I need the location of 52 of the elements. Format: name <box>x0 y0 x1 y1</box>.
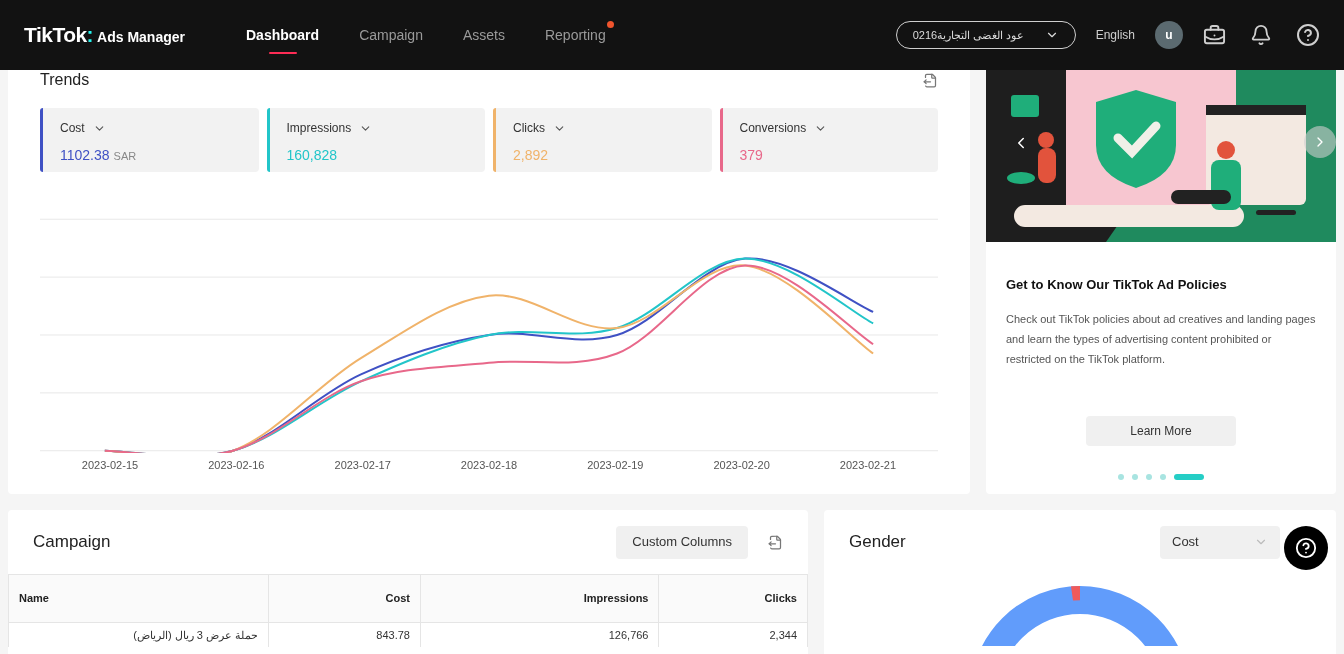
axis-label: 2023-02-15 <box>80 458 140 473</box>
export-icon[interactable] <box>923 72 938 88</box>
column-header: Clicks <box>659 574 808 623</box>
section-title: Gender <box>849 531 906 554</box>
custom-columns-button[interactable]: Custom Columns <box>616 525 748 559</box>
product-name: Ads Manager <box>97 28 185 48</box>
axis-label: 2023-02-18 <box>459 458 519 473</box>
column-header: Impressions <box>420 574 659 623</box>
learn-more-button[interactable]: Learn More <box>1086 415 1236 446</box>
table-cell: 843.78 <box>268 622 421 647</box>
column-header: Name <box>8 574 269 623</box>
metric-card[interactable]: Impressions 160,828 <box>266 108 485 172</box>
metric-dropdown[interactable]: Cost <box>1160 525 1280 559</box>
axis-label: 2023-02-17 <box>333 458 392 473</box>
metric-card[interactable]: Conversions 379 <box>719 108 938 172</box>
table-cell: 2,344 <box>659 622 808 647</box>
metric-unit: SAR <box>113 149 137 164</box>
promo-description: Check out TikTok policies about ad creatives and landing pages and learn the types of advertising content prohibited or restricted on the TikTok platform. <box>1006 311 1316 367</box>
notification-icon[interactable] <box>1250 24 1272 46</box>
help-icon <box>1295 537 1317 559</box>
metric-label: Cost <box>60 120 85 137</box>
briefcase-icon[interactable] <box>1203 23 1226 47</box>
brand-logo[interactable]: TikTok: <box>24 19 94 51</box>
section-title: Trends <box>40 72 90 88</box>
nav-tab[interactable]: Dashboard <box>230 16 336 54</box>
user-avatar[interactable]: u <box>1155 21 1183 49</box>
export-icon[interactable] <box>768 534 783 550</box>
metric-label: Conversions <box>739 120 807 137</box>
metric-value: 2,892 <box>513 146 549 165</box>
metric-label: Clicks <box>513 120 545 137</box>
section-title: Campaign <box>33 531 111 554</box>
language-link[interactable]: English <box>1095 26 1135 44</box>
metric-label: Impressions <box>286 120 352 137</box>
help-button[interactable] <box>1284 526 1328 570</box>
metric-card[interactable]: Clicks 2,892 <box>493 108 712 172</box>
metric-value: 1102.38 <box>60 146 110 165</box>
axis-label: 2023-02-19 <box>586 458 645 473</box>
column-header: Cost <box>268 574 421 623</box>
axis-label: 2023-02-16 <box>207 458 266 473</box>
help-icon[interactable] <box>1296 23 1320 47</box>
nav-tab[interactable]: Reporting <box>528 16 622 54</box>
next-slide-button[interactable] <box>1304 126 1336 158</box>
metric-card[interactable]: Cost 1102.38 SAR <box>40 108 259 172</box>
axis-label: 2023-02-20 <box>712 458 771 473</box>
nav-tab[interactable]: Assets <box>446 16 521 54</box>
promo-title: Get to Know Our TikTok Ad Policies <box>1006 276 1228 294</box>
table-cell: حملة عرض 3 ريال (الرياض) <box>8 622 269 647</box>
axis-label: 2023-02-21 <box>838 458 898 473</box>
metric-value: 160,828 <box>286 146 338 165</box>
nav-tab[interactable]: Campaign <box>343 16 439 54</box>
table-cell: 126,766 <box>420 622 659 647</box>
metric-value: 379 <box>739 146 763 165</box>
